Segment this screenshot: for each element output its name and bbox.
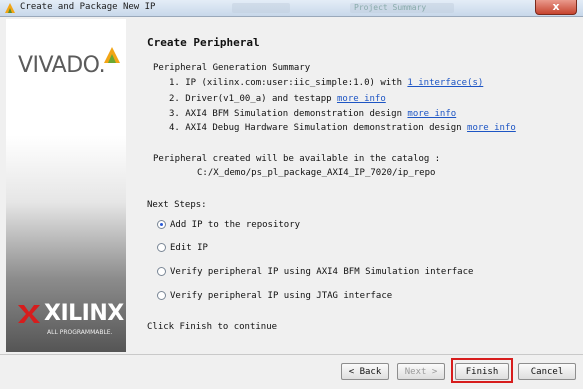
interfaces-link[interactable]: 1 interface(s) xyxy=(407,78,483,88)
radio-unselected-icon xyxy=(157,243,166,252)
xilinx-wordmark: XILINX xyxy=(44,301,124,326)
debug-hw-more-info-link[interactable]: more info xyxy=(467,123,516,133)
background-tab-project-summary: Project Summary xyxy=(350,3,454,13)
radio-verify-bfm[interactable]: Verify peripheral IP using AXI4 BFM Simu… xyxy=(157,267,473,277)
catalog-text: Peripheral created will be available in … xyxy=(153,154,441,164)
radio-edit-ip[interactable]: Edit IP xyxy=(157,243,208,253)
footer-divider xyxy=(0,354,583,355)
next-button[interactable]: Next > xyxy=(397,363,445,380)
summary-item: 4. AXI4 Debug Hardware Simulation demons… xyxy=(169,123,516,133)
next-steps-label: Next Steps: xyxy=(147,200,207,210)
summary-item-text: 4. AXI4 Debug Hardware Simulation demons… xyxy=(169,123,462,133)
radio-label: Verify peripheral IP using AXI4 BFM Simu… xyxy=(170,267,474,277)
radio-selected-icon xyxy=(157,220,166,229)
radio-verify-jtag[interactable]: Verify peripheral IP using JTAG interfac… xyxy=(157,291,392,301)
summary-item: 1. IP (xilinx.com:user:iic_simple:1.0) w… xyxy=(169,78,483,88)
page-title: Create Peripheral xyxy=(147,36,260,49)
summary-item-text: 3. AXI4 BFM Simulation demonstration des… xyxy=(169,109,402,119)
background-tab-ghost xyxy=(232,3,290,13)
xilinx-mark-icon xyxy=(18,305,40,323)
dialog-window: Create and Package New IP Project Summar… xyxy=(0,0,583,389)
main-content: Create Peripheral Peripheral Generation … xyxy=(127,19,578,352)
back-button[interactable]: < Back xyxy=(341,363,389,380)
summary-item-text: 1. IP (xilinx.com:user:iic_simple:1.0) w… xyxy=(169,78,402,88)
radio-label: Verify peripheral IP using JTAG interfac… xyxy=(170,291,393,301)
summary-header: Peripheral Generation Summary xyxy=(153,63,311,73)
summary-item: 2. Driver(v1_00_a) and testapp more info xyxy=(169,94,386,104)
catalog-path: C:/X_demo/ps_pl_package_AXI4_IP_7020/ip_… xyxy=(197,168,436,178)
summary-item: 3. AXI4 BFM Simulation demonstration des… xyxy=(169,109,456,119)
driver-more-info-link[interactable]: more info xyxy=(337,94,386,104)
radio-label: Add IP to the repository xyxy=(170,220,301,230)
bfm-more-info-link[interactable]: more info xyxy=(407,109,456,119)
title-bar[interactable]: Create and Package New IP Project Summar… xyxy=(0,0,583,17)
vivado-app-icon xyxy=(5,3,15,13)
cancel-button[interactable]: Cancel xyxy=(518,363,576,380)
radio-label: Edit IP xyxy=(170,243,208,253)
footer-hint: Click Finish to continue xyxy=(147,322,278,332)
window-title: Create and Package New IP xyxy=(20,2,156,12)
radio-add-ip-to-repository[interactable]: Add IP to the repository xyxy=(157,220,300,230)
vivado-leaf-icon xyxy=(104,47,120,63)
radio-unselected-icon xyxy=(157,267,166,276)
xilinx-tagline: ALL PROGRAMMABLE. xyxy=(47,329,113,336)
finish-button[interactable]: Finish xyxy=(455,363,509,380)
radio-unselected-icon xyxy=(157,291,166,300)
sidebar-banner: VIVADO. XILINX ALL PROGRAMMABLE. xyxy=(6,19,126,352)
summary-item-text: 2. Driver(v1_00_a) and testapp xyxy=(169,94,332,104)
vivado-logo: VIVADO. xyxy=(18,53,106,78)
close-button[interactable]: x xyxy=(535,0,577,15)
